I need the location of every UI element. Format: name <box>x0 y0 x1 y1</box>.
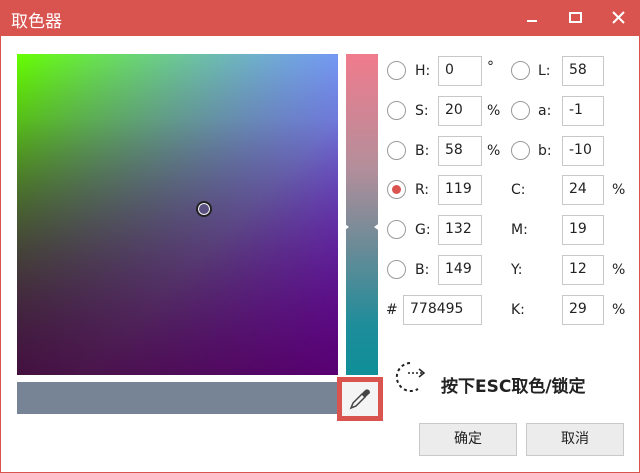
radio-g[interactable] <box>387 220 406 239</box>
radio-h[interactable] <box>387 61 406 80</box>
label-r: R: <box>415 182 430 198</box>
blue-input[interactable]: 149 <box>438 255 482 285</box>
radio-a[interactable] <box>511 101 530 120</box>
color-area-cursor[interactable] <box>196 201 212 217</box>
label-blue: B: <box>415 262 430 278</box>
unit-h: ° <box>487 59 494 75</box>
unit-k: % <box>612 302 626 318</box>
hex-input[interactable]: 778495 <box>403 295 482 325</box>
esc-hint-icon <box>395 362 426 392</box>
r-input[interactable]: 119 <box>438 175 482 205</box>
title-bar[interactable]: 取色器 <box>1 1 639 36</box>
close-icon <box>612 11 625 24</box>
label-s: S: <box>415 103 429 119</box>
label-brightness: B: <box>415 143 430 159</box>
slider-left-handle-icon[interactable] <box>342 222 349 232</box>
g-input[interactable]: 132 <box>438 215 482 245</box>
label-y: Y: <box>511 262 523 278</box>
unit-s: % <box>487 103 501 119</box>
eyedropper-button-face[interactable] <box>342 382 378 416</box>
k-input[interactable]: 29 <box>562 295 604 325</box>
slider-right-handle-icon[interactable] <box>374 222 381 232</box>
close-button[interactable] <box>599 1 639 36</box>
label-g: G: <box>415 222 431 238</box>
label-l: L: <box>538 63 551 79</box>
label-hex: # <box>386 302 398 318</box>
color-picker-window: 取色器 按下ESC取色/锁定 H: 0 ° S: 20 % B: 58 % L:… <box>0 0 640 473</box>
label-a: a: <box>538 103 552 119</box>
label-k: K: <box>511 302 525 318</box>
darkness-overlay <box>17 54 338 375</box>
esc-hint-text: 按下ESC取色/锁定 <box>441 377 586 397</box>
brightness-input[interactable]: 58 <box>438 136 482 166</box>
minimize-button[interactable] <box>513 1 553 36</box>
l-input[interactable]: 58 <box>562 56 604 86</box>
radio-blue[interactable] <box>387 260 406 279</box>
label-b-lab: b: <box>538 143 552 159</box>
unit-y: % <box>612 262 626 278</box>
eyedropper-icon <box>349 389 370 410</box>
maximize-button[interactable] <box>556 1 596 36</box>
color-preview <box>17 382 338 414</box>
window-title: 取色器 <box>11 12 62 32</box>
radio-s[interactable] <box>387 101 406 120</box>
unit-c: % <box>612 182 626 198</box>
radio-b-lab[interactable] <box>511 141 530 160</box>
eyedropper-button[interactable] <box>337 377 383 421</box>
h-input[interactable]: 0 <box>438 56 482 86</box>
label-m: M: <box>511 222 528 238</box>
radio-r[interactable] <box>387 180 406 199</box>
minimize-icon <box>527 20 537 22</box>
label-c: C: <box>511 182 526 198</box>
radio-l[interactable] <box>511 61 530 80</box>
hue-slider[interactable] <box>346 54 378 375</box>
ok-button[interactable]: 确定 <box>419 423 517 456</box>
unit-brightness: % <box>487 143 501 159</box>
b-lab-input[interactable]: -10 <box>562 136 604 166</box>
label-h: H: <box>415 63 431 79</box>
s-input[interactable]: 20 <box>438 96 482 126</box>
m-input[interactable]: 19 <box>562 215 604 245</box>
maximize-icon <box>569 12 582 23</box>
radio-brightness[interactable] <box>387 141 406 160</box>
y-input[interactable]: 12 <box>562 255 604 285</box>
cancel-button[interactable]: 取消 <box>526 423 624 456</box>
c-input[interactable]: 24 <box>562 175 604 205</box>
a-input[interactable]: -1 <box>562 96 604 126</box>
